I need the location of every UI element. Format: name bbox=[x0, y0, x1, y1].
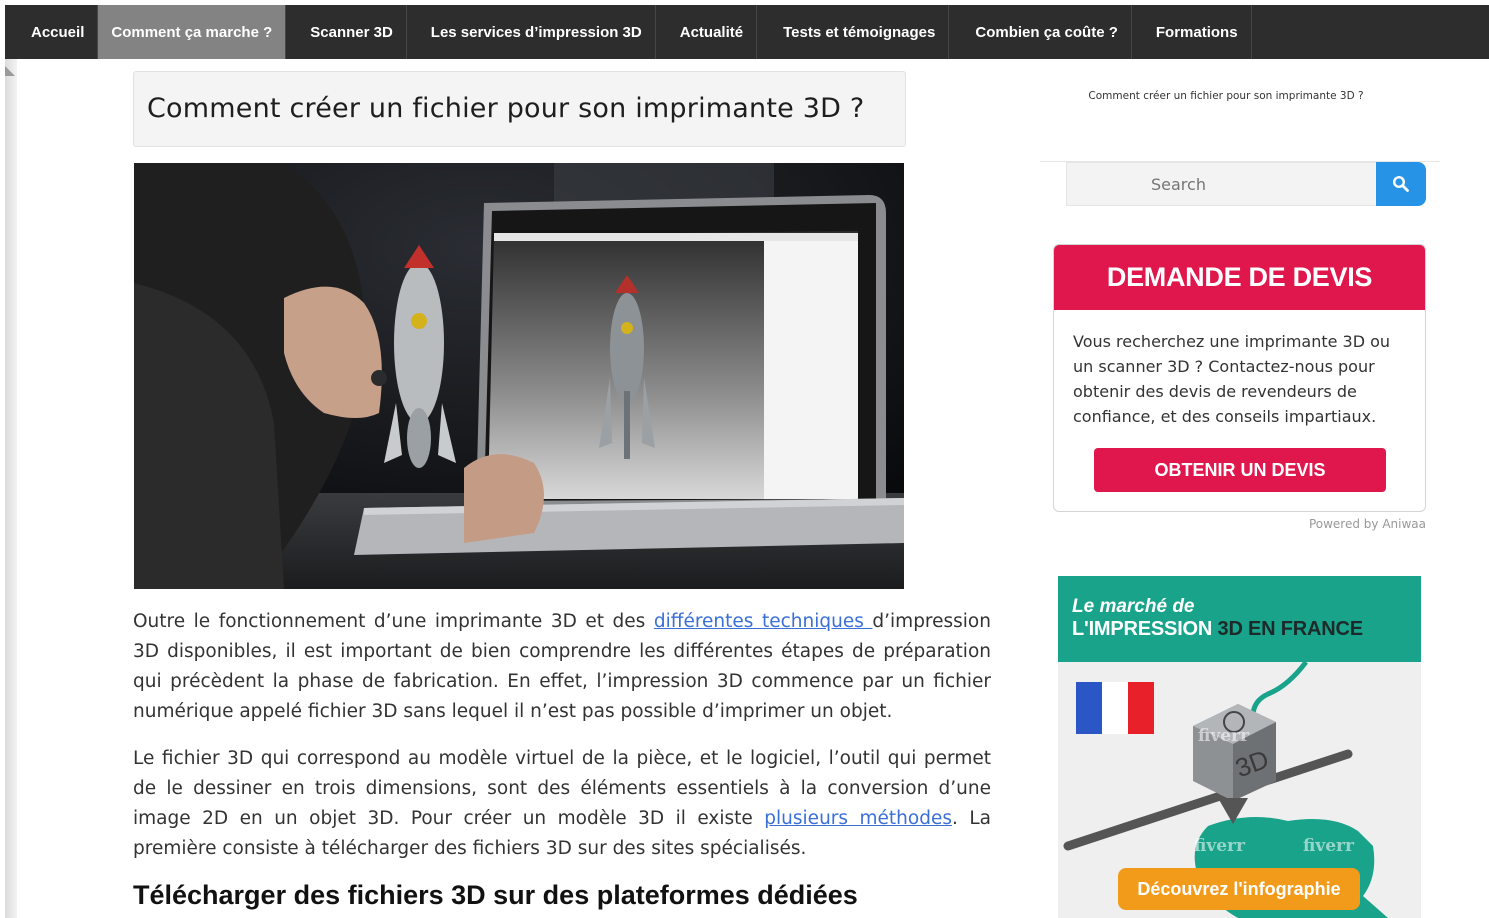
watermark-1: fiverr bbox=[1198, 726, 1249, 746]
search-icon bbox=[1392, 175, 1409, 192]
left-gutter bbox=[5, 59, 17, 918]
nav-item-tests[interactable]: Tests et témoignages bbox=[757, 5, 950, 59]
main-nav: Accueil Comment ça marche ? Scanner 3D L… bbox=[5, 5, 1489, 59]
quote-widget-text: Vous recherchez une imprimante 3D ou un … bbox=[1073, 332, 1391, 426]
search-input[interactable] bbox=[1066, 162, 1376, 206]
printer-graphic-icon: 3D bbox=[1063, 660, 1388, 918]
search-widget bbox=[1066, 162, 1426, 206]
hero-image bbox=[134, 163, 904, 589]
breadcrumb[interactable]: Comment créer un fichier pour son imprim… bbox=[1040, 90, 1412, 102]
section-heading: Télécharger des fichiers 3D sur des plat… bbox=[133, 880, 858, 910]
article-paragraph-1: Outre le fonctionnement d’une imprimante… bbox=[133, 607, 991, 727]
nav-item-combien[interactable]: Combien ça coûte ? bbox=[949, 5, 1132, 59]
nav-item-formations[interactable]: Formations bbox=[1132, 5, 1252, 59]
watermark-3: fiverr bbox=[1303, 836, 1354, 856]
infographic-cta-button[interactable]: Découvrez l'infographie bbox=[1118, 868, 1360, 910]
gutter-corner bbox=[5, 66, 15, 76]
nav-item-accueil[interactable]: Accueil bbox=[5, 5, 99, 59]
watermark-2: fiverr bbox=[1194, 836, 1245, 856]
paragraph-1-text-start: Outre le fonctionnement d’une imprimante… bbox=[133, 611, 654, 632]
nav-item-actualite[interactable]: Actualité bbox=[656, 5, 758, 59]
link-differentes-techniques[interactable]: différentes techniques bbox=[654, 611, 873, 632]
nav-item-scanner-3d[interactable]: Scanner 3D bbox=[286, 5, 407, 59]
nav-item-services[interactable]: Les services d’impression 3D bbox=[407, 5, 656, 59]
laptop-rocket-photo-icon bbox=[134, 163, 904, 589]
link-plusieurs-methodes[interactable]: plusieurs méthodes bbox=[764, 808, 952, 829]
quote-widget-title: DEMANDE DE DEVIS bbox=[1054, 245, 1425, 310]
nav-item-comment-ca-marche[interactable]: Comment ça marche ? bbox=[98, 5, 287, 59]
powered-by-label[interactable]: Powered by Aniwaa bbox=[1200, 517, 1426, 531]
article-title-box: Comment créer un fichier pour son imprim… bbox=[133, 71, 906, 147]
quote-request-widget: DEMANDE DE DEVIS Vous recherchez une imp… bbox=[1053, 244, 1426, 512]
article-paragraph-2: Le fichier 3D qui correspond au modèle v… bbox=[133, 744, 991, 864]
search-button[interactable] bbox=[1376, 162, 1426, 206]
get-quote-button[interactable]: OBTENIR UN DEVIS bbox=[1094, 448, 1386, 492]
article-title: Comment créer un fichier pour son imprim… bbox=[147, 93, 865, 124]
infographic-banner[interactable]: Le marché de L'IMPRESSION 3D EN FRANCE 3… bbox=[1058, 576, 1421, 918]
